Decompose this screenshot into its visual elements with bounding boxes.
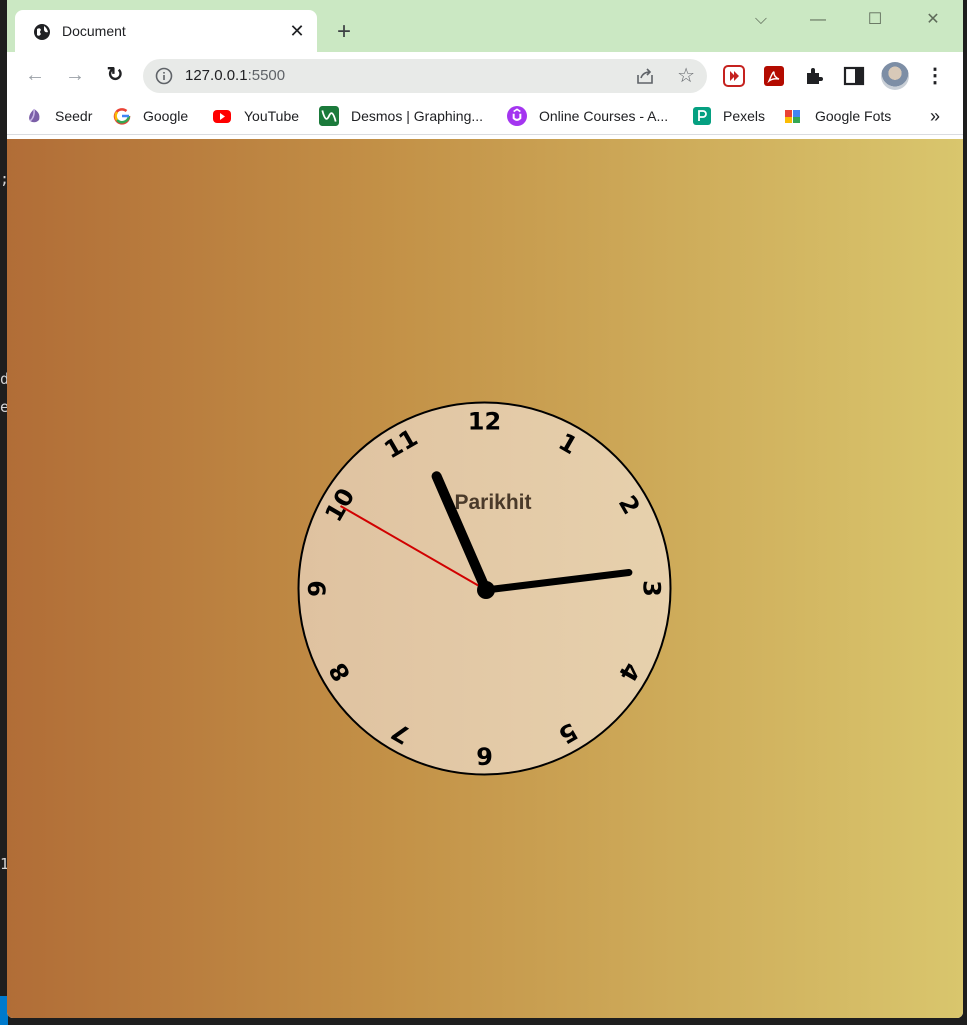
browser-toolbar: ← → ↻ 127.0.0.1:5500 ☆ ⋮ [7, 52, 963, 98]
bookmark-online-courses[interactable]: Online Courses - A... [507, 98, 668, 134]
url-host: 127.0.0.1 [185, 67, 248, 84]
tab-document[interactable]: Document ✕ [15, 10, 317, 52]
info-icon[interactable] [155, 67, 173, 85]
bookmark-label: Pexels [723, 108, 766, 124]
bookmark-label: Seedr [55, 108, 93, 124]
more-bookmarks-icon[interactable]: » [925, 104, 945, 128]
bookmark-desmos[interactable]: Desmos | Graphing... [319, 98, 483, 134]
globe-icon [34, 24, 50, 40]
clock-number-12: 12 [468, 408, 501, 436]
minimize-button[interactable]: — [798, 6, 838, 34]
clock-number-6: 6 [476, 742, 493, 770]
page-content: 12 1 2 3 4 5 6 7 8 9 10 11 Parikhit [7, 139, 963, 1018]
title-bar: Document ✕ + ⌵ — ☐ ✕ [7, 0, 963, 52]
close-window-button[interactable]: ✕ [913, 6, 953, 34]
extensions-puzzle-icon[interactable] [803, 65, 825, 87]
bookmark-pexels[interactable]: Pexels [693, 98, 765, 134]
browser-menu-icon[interactable]: ⋮ [925, 64, 945, 88]
clock-number-3: 3 [638, 580, 666, 597]
extension-red-video-icon[interactable] [723, 65, 745, 87]
bookmark-star-icon[interactable]: ☆ [677, 64, 695, 88]
bookmark-label: Google Fots [815, 108, 892, 124]
back-button[interactable]: ← [21, 61, 49, 89]
tab-search-icon[interactable]: ⌵ [741, 6, 781, 34]
clock-center-pin [477, 581, 495, 599]
url-port: :5500 [247, 67, 286, 84]
tab-title: Document [62, 23, 126, 39]
analog-clock: 12 1 2 3 4 5 6 7 8 9 10 11 Parikhit [297, 401, 672, 776]
share-icon[interactable] [635, 66, 655, 86]
bookmark-label: Google [143, 108, 189, 124]
youtube-icon [213, 110, 231, 123]
bookmarks-bar: Seedr Google YouTube Desmos | Graphing..… [7, 98, 963, 135]
bookmark-youtube[interactable]: YouTube [212, 98, 299, 134]
address-bar[interactable]: 127.0.0.1:5500 ☆ [143, 59, 707, 93]
adobe-pdf-icon[interactable] [763, 65, 785, 87]
forward-button[interactable]: → [61, 61, 89, 89]
google-icon [113, 108, 131, 125]
udemy-icon [507, 106, 527, 126]
clock-brand: Parikhit [454, 491, 531, 514]
clock-svg: 121234567891011 Parikhit [297, 401, 672, 776]
desmos-icon [319, 106, 339, 126]
reload-button[interactable]: ↻ [101, 61, 129, 89]
bookmark-label: Online Courses - A... [539, 108, 669, 124]
clock-number-9: 9 [304, 580, 332, 597]
profile-avatar[interactable] [881, 62, 909, 90]
close-tab-icon[interactable]: ✕ [287, 21, 307, 41]
side-panel-icon[interactable] [843, 65, 865, 87]
browser-window: Document ✕ + ⌵ — ☐ ✕ ← → ↻ 127.0.0.1:550… [7, 0, 963, 1018]
seedr-icon [29, 108, 40, 123]
bookmark-label: Desmos | Graphing... [351, 108, 484, 124]
maximize-button[interactable]: ☐ [855, 6, 895, 34]
bookmark-google[interactable]: Google [113, 98, 188, 134]
google-photos-icon [785, 110, 800, 123]
pexels-icon [693, 107, 711, 125]
new-tab-button[interactable]: + [330, 18, 358, 46]
bookmark-seedr[interactable]: Seedr [25, 98, 92, 134]
url-text[interactable]: 127.0.0.1:5500 [185, 67, 285, 84]
bookmark-label: YouTube [244, 108, 300, 124]
bookmark-google-fots[interactable]: Google Fots [783, 98, 891, 134]
